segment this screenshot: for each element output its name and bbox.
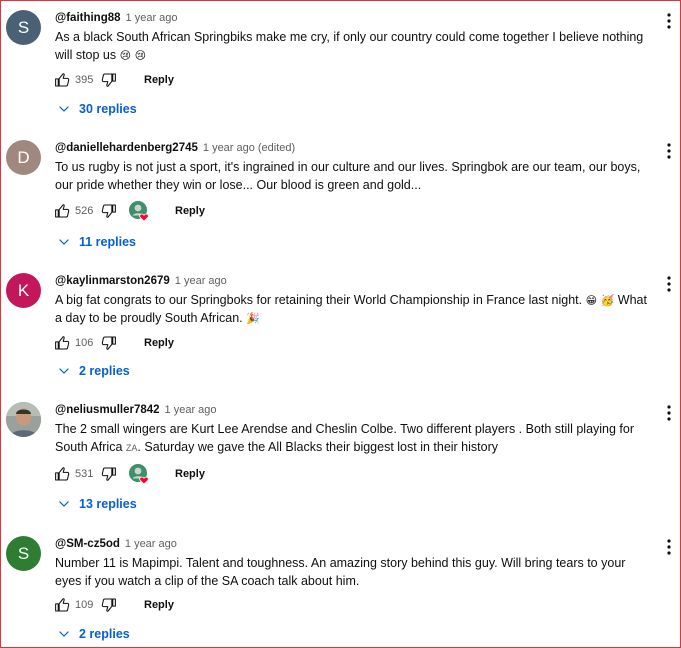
comment-body: Number 11 is Mapimpi. Talent and toughne… — [55, 556, 626, 588]
thumb-down-icon — [100, 202, 118, 220]
comment-body-continued: . Saturday we gave the All Blacks their … — [137, 439, 499, 454]
avatar-letter: S — [17, 543, 30, 563]
thumb-up-icon — [53, 71, 71, 89]
author-name[interactable]: @SM-cz5od — [55, 538, 120, 550]
dislike-button[interactable] — [99, 333, 119, 353]
creator-heart-icon — [129, 464, 149, 485]
thumb-down-icon — [100, 465, 118, 483]
avatar[interactable]: K — [6, 273, 41, 308]
flag-za-icon: ZA — [125, 442, 138, 453]
profile-photo-icon — [6, 402, 41, 437]
chevron-down-icon — [57, 627, 71, 641]
replies-count: 11 replies — [79, 235, 136, 249]
like-count: 526 — [75, 205, 94, 217]
like-count: 106 — [75, 337, 94, 349]
replies-count: 13 replies — [79, 497, 137, 511]
more-options-icon[interactable] — [664, 12, 674, 30]
comment-text: Number 11 is Mapimpi. Talent and toughne… — [55, 555, 655, 590]
dislike-button[interactable] — [99, 595, 119, 615]
chevron-down-icon — [57, 497, 71, 511]
comment-actions: 106 Reply — [52, 333, 174, 353]
timestamp[interactable]: 1 year ago — [175, 275, 227, 287]
avatar[interactable] — [6, 402, 41, 437]
author-name[interactable]: @neliusmuller7842 — [55, 404, 160, 416]
view-replies-button[interactable]: 2 replies — [57, 361, 130, 381]
thumb-up-icon — [53, 596, 71, 614]
creator-heart-icon — [129, 201, 149, 222]
like-button[interactable] — [52, 595, 72, 615]
comment-text: The 2 small wingers are Kurt Lee Arendse… — [55, 421, 655, 457]
replies-count: 2 replies — [79, 627, 130, 641]
comment-text: A big fat congrats to our Springboks for… — [55, 292, 655, 327]
comment-header: @neliusmuller7842 1 year ago — [55, 402, 217, 418]
like-button[interactable] — [52, 464, 72, 484]
comment-actions: 109 Reply — [52, 595, 174, 615]
like-button[interactable] — [52, 70, 72, 90]
replies-count: 30 replies — [79, 102, 137, 116]
chevron-down-icon — [57, 364, 71, 378]
chevron-down-icon — [57, 235, 71, 249]
creator-heart-badge — [128, 463, 150, 485]
dislike-button[interactable] — [99, 70, 119, 90]
edited-label: (edited) — [257, 142, 296, 154]
comment-text: As a black South African Springbiks make… — [55, 29, 655, 64]
reply-button[interactable]: Reply — [175, 468, 205, 480]
more-options-icon[interactable] — [664, 404, 674, 422]
comment-actions: 526 Reply — [52, 200, 205, 222]
more-options-icon[interactable] — [664, 142, 674, 160]
thumb-down-icon — [100, 71, 118, 89]
view-replies-button[interactable]: 30 replies — [57, 99, 137, 119]
view-replies-button[interactable]: 13 replies — [57, 494, 137, 514]
avatar[interactable]: S — [6, 536, 41, 571]
dislike-button[interactable] — [99, 464, 119, 484]
chevron-down-icon — [57, 102, 71, 116]
comment-header: @kaylinmarston2679 1 year ago — [55, 273, 227, 289]
reply-button[interactable]: Reply — [144, 337, 174, 349]
comment-text: To us rugby is not just a sport, it's in… — [55, 159, 655, 194]
comment-body: To us rugby is not just a sport, it's in… — [55, 160, 641, 192]
avatar[interactable]: D — [6, 140, 41, 175]
thumb-up-icon — [53, 465, 71, 483]
like-count: 109 — [75, 599, 94, 611]
comment-header: @SM-cz5od 1 year ago — [55, 536, 177, 552]
party-popper-emoji: 🎉 — [246, 311, 260, 325]
dislike-button[interactable] — [99, 201, 119, 221]
replies-count: 2 replies — [79, 364, 130, 378]
view-replies-button[interactable]: 11 replies — [57, 232, 136, 252]
thumb-up-icon — [53, 334, 71, 352]
comment-actions: 395 Reply — [52, 70, 174, 90]
comment-header: @faithing88 1 year ago — [55, 10, 178, 26]
timestamp[interactable]: 1 year ago — [203, 142, 255, 154]
crying-emoji: 😢 😢 — [119, 48, 147, 62]
comment-actions: 531 Reply — [52, 463, 205, 485]
like-count: 531 — [75, 468, 94, 480]
timestamp[interactable]: 1 year ago — [125, 538, 177, 550]
timestamp[interactable]: 1 year ago — [165, 404, 217, 416]
like-count: 395 — [75, 74, 94, 86]
author-name[interactable]: @faithing88 — [55, 12, 121, 24]
avatar-letter: K — [17, 280, 30, 300]
thumb-down-icon — [100, 334, 118, 352]
more-options-icon[interactable] — [664, 538, 674, 556]
reply-button[interactable]: Reply — [144, 74, 174, 86]
avatar-letter: S — [17, 17, 30, 37]
avatar-letter: D — [17, 147, 30, 167]
reply-button[interactable]: Reply — [175, 205, 205, 217]
thumb-up-icon — [53, 202, 71, 220]
like-button[interactable] — [52, 333, 72, 353]
creator-heart-badge — [128, 200, 150, 222]
comment-body: A big fat congrats to our Springboks for… — [55, 293, 583, 307]
grin-party-emoji: 😁 🥳 — [585, 294, 615, 307]
timestamp[interactable]: 1 year ago — [126, 12, 178, 24]
comment-header: @daniellehardenberg2745 1 year ago (edit… — [55, 140, 295, 156]
view-replies-button[interactable]: 2 replies — [57, 624, 130, 644]
author-name[interactable]: @daniellehardenberg2745 — [55, 142, 198, 154]
thumb-down-icon — [100, 596, 118, 614]
reply-button[interactable]: Reply — [144, 599, 174, 611]
author-name[interactable]: @kaylinmarston2679 — [55, 275, 170, 287]
like-button[interactable] — [52, 201, 72, 221]
more-options-icon[interactable] — [664, 275, 674, 293]
avatar[interactable]: S — [6, 10, 41, 45]
